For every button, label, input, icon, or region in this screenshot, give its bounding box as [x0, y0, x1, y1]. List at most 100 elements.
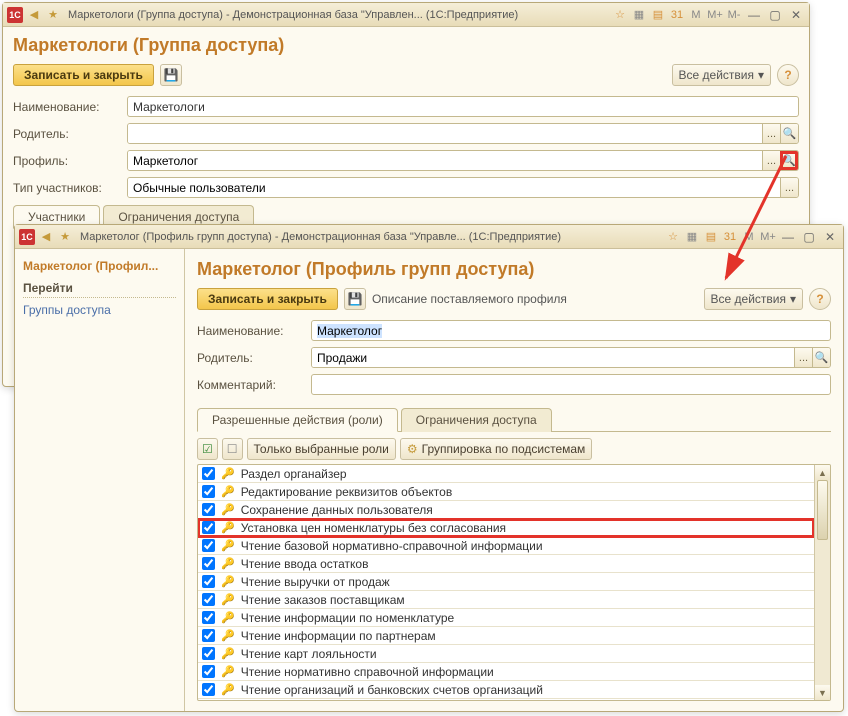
m-plus-icon[interactable]: M+: [707, 7, 723, 23]
sidebar-title: Маркетолог (Профил...: [23, 259, 176, 273]
role-checkbox[interactable]: [202, 521, 215, 534]
name-input[interactable]: [312, 321, 830, 340]
role-row[interactable]: 🔑Чтение организаций и банковских счетов …: [198, 681, 814, 699]
role-row[interactable]: 🔑Установка цен номенклатуры без согласов…: [198, 519, 814, 537]
close-icon[interactable]: ✕: [787, 7, 805, 23]
star-icon[interactable]: ★: [45, 7, 61, 23]
role-row[interactable]: 🔑Чтение карт лояльности: [198, 645, 814, 663]
name-input-wrap: Маркетолог: [311, 320, 831, 341]
sidebar-section-goto: Перейти: [23, 281, 176, 298]
star-icon[interactable]: ★: [57, 229, 73, 245]
uncheck-all-icon[interactable]: ☐: [222, 438, 243, 460]
maximize-icon[interactable]: ▢: [766, 7, 784, 23]
parent-input[interactable]: [128, 124, 762, 143]
role-row[interactable]: 🔑Чтение выручки от продаж: [198, 573, 814, 591]
member-type-wrap: ...: [127, 177, 799, 198]
role-checkbox[interactable]: [202, 467, 215, 480]
fav-add-icon[interactable]: ☆: [665, 229, 681, 245]
m-icon[interactable]: M: [688, 7, 704, 23]
scrollbar[interactable]: ▲ ▼: [814, 465, 830, 700]
lookup-icon[interactable]: 🔍: [780, 124, 798, 143]
only-selected-button[interactable]: Только выбранные роли: [247, 438, 396, 460]
role-row[interactable]: 🔑Чтение нормативно справочной информации: [198, 663, 814, 681]
history-icon[interactable]: ▦: [684, 229, 700, 245]
key-icon: 🔑: [221, 575, 235, 588]
role-row[interactable]: 🔑Чтение информации по номенклатуре: [198, 609, 814, 627]
name-selected-text: Маркетолог: [317, 324, 382, 338]
role-checkbox[interactable]: [202, 665, 215, 678]
scroll-thumb[interactable]: [817, 480, 828, 540]
role-checkbox[interactable]: [202, 647, 215, 660]
role-checkbox[interactable]: [202, 485, 215, 498]
name-input[interactable]: [127, 96, 799, 117]
key-icon: 🔑: [221, 557, 235, 570]
tab-restrictions[interactable]: Ограничения доступа: [401, 408, 552, 432]
role-row[interactable]: 🔑Раздел органайзер: [198, 465, 814, 483]
check-all-icon[interactable]: ☑: [197, 438, 218, 460]
main: Маркетолог (Профиль групп доступа) Запис…: [185, 249, 843, 711]
profile-input[interactable]: [128, 151, 762, 170]
tab-roles[interactable]: Разрешенные действия (роли): [197, 408, 398, 432]
role-checkbox[interactable]: [202, 503, 215, 516]
role-checkbox[interactable]: [202, 629, 215, 642]
role-label: Чтение ввода остатков: [241, 557, 369, 571]
m-plus-icon[interactable]: M+: [760, 229, 776, 245]
role-row[interactable]: 🔑Чтение заказов поставщикам: [198, 591, 814, 609]
sidebar-link-groups[interactable]: Группы доступа: [23, 302, 176, 318]
titlebar: 1C ◀ ★ Маркетологи (Группа доступа) - Де…: [3, 3, 809, 27]
role-label: Чтение нормативно справочной информации: [241, 665, 494, 679]
role-row[interactable]: 🔑Чтение информации по партнерам: [198, 627, 814, 645]
lookup-icon[interactable]: 🔍: [812, 348, 830, 367]
role-label: Редактирование реквизитов объектов: [241, 485, 453, 499]
role-checkbox[interactable]: [202, 683, 215, 696]
calc-icon[interactable]: ▤: [650, 7, 666, 23]
minimize-icon[interactable]: —: [745, 7, 763, 23]
minimize-icon[interactable]: —: [779, 229, 797, 245]
save-close-button[interactable]: Записать и закрыть: [13, 64, 154, 86]
chevron-down-icon: ▾: [790, 292, 796, 306]
role-row[interactable]: 🔑 Чтение ввода остатков: [198, 555, 814, 573]
history-icon[interactable]: ▦: [631, 7, 647, 23]
profile-description-button[interactable]: Описание поставляемого профиля: [372, 292, 567, 306]
member-type-input[interactable]: [128, 178, 780, 197]
key-icon: 🔑: [221, 485, 235, 498]
ellipsis-icon[interactable]: ...: [762, 151, 780, 170]
parent-input[interactable]: [312, 348, 794, 367]
all-actions-button[interactable]: Все действия▾: [704, 288, 804, 310]
calc-icon[interactable]: ▤: [703, 229, 719, 245]
m-minus-icon[interactable]: M-: [726, 7, 742, 23]
calendar-icon[interactable]: 31: [722, 229, 738, 245]
save-icon[interactable]: 💾: [160, 64, 182, 86]
window-title: Маркетологи (Группа доступа) - Демонстра…: [64, 9, 612, 21]
profile-lookup-icon[interactable]: 🔍: [780, 151, 798, 170]
help-icon[interactable]: ?: [809, 288, 831, 310]
profile-input-wrap: ... 🔍: [127, 150, 799, 171]
close-icon[interactable]: ✕: [821, 229, 839, 245]
role-row[interactable]: 🔑Сохранение данных пользователя: [198, 501, 814, 519]
help-icon[interactable]: ?: [777, 64, 799, 86]
role-checkbox[interactable]: [202, 593, 215, 606]
comment-input[interactable]: [311, 374, 831, 395]
role-row[interactable]: 🔑Чтение базовой нормативно-справочной ин…: [198, 537, 814, 555]
role-row[interactable]: 🔑 Редактирование реквизитов объектов: [198, 483, 814, 501]
ellipsis-icon[interactable]: ...: [794, 348, 812, 367]
scroll-down-icon[interactable]: ▼: [815, 685, 830, 700]
role-checkbox[interactable]: [202, 539, 215, 552]
save-close-button[interactable]: Записать и закрыть: [197, 288, 338, 310]
parent-input-wrap: ... 🔍: [127, 123, 799, 144]
role-checkbox[interactable]: [202, 557, 215, 570]
save-icon[interactable]: 💾: [344, 288, 366, 310]
calendar-icon[interactable]: 31: [669, 7, 685, 23]
back-icon[interactable]: ◀: [26, 7, 42, 23]
role-checkbox[interactable]: [202, 575, 215, 588]
ellipsis-icon[interactable]: ...: [780, 178, 798, 197]
maximize-icon[interactable]: ▢: [800, 229, 818, 245]
role-checkbox[interactable]: [202, 611, 215, 624]
m-icon[interactable]: M: [741, 229, 757, 245]
ellipsis-icon[interactable]: ...: [762, 124, 780, 143]
fav-add-icon[interactable]: ☆: [612, 7, 628, 23]
all-actions-button[interactable]: Все действия▾: [672, 64, 772, 86]
group-by-subsystems-button[interactable]: ⚙Группировка по подсистемам: [400, 438, 592, 460]
scroll-up-icon[interactable]: ▲: [815, 465, 830, 480]
back-icon[interactable]: ◀: [38, 229, 54, 245]
